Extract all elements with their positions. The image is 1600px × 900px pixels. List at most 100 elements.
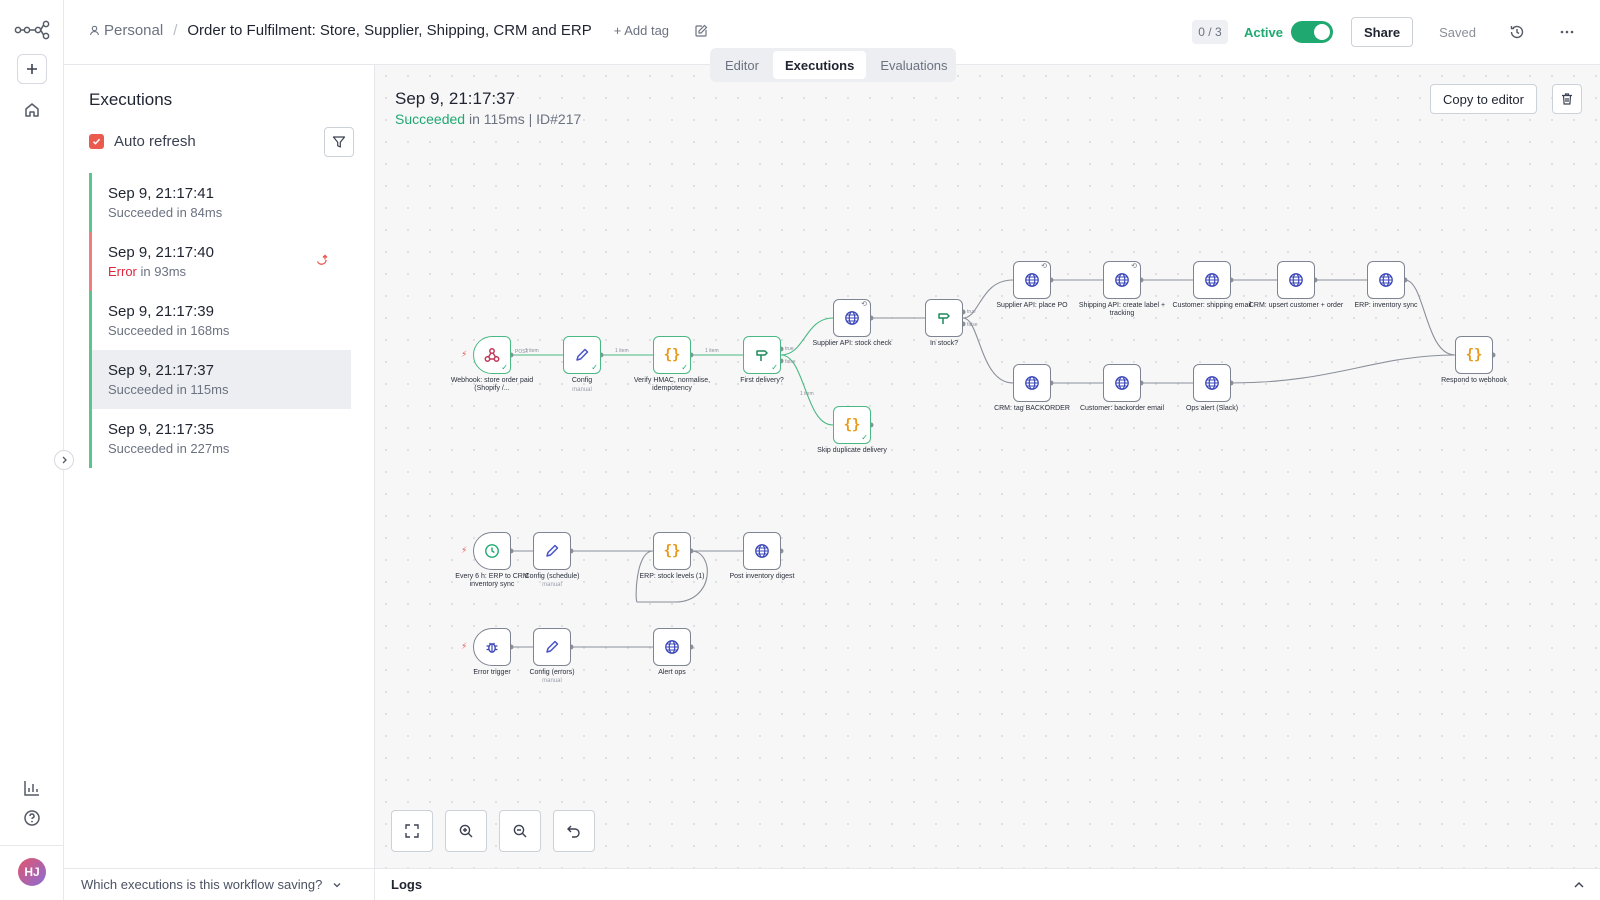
node-crm-upsert[interactable] [1277, 261, 1315, 299]
node-customer-backorder[interactable] [1103, 364, 1141, 402]
node-config-schedule[interactable] [533, 532, 571, 570]
production-checklist-counter[interactable]: 0 / 3 [1191, 20, 1228, 44]
node-skip-duplicate[interactable]: {} ✓ [833, 406, 871, 444]
node-sublabel: manual [572, 387, 592, 393]
node-erp-stock[interactable]: {} [653, 532, 691, 570]
reset-zoom-button[interactable] [553, 810, 595, 852]
node-supplier-po[interactable]: ⟲ [1013, 261, 1051, 299]
node-schedule-trigger[interactable] [473, 532, 511, 570]
chevron-up-icon[interactable] [1572, 878, 1586, 892]
execution-duration: in 227ms [173, 441, 230, 456]
add-tag-button[interactable]: + Add tag [614, 23, 669, 38]
if-branch-icon [938, 313, 950, 324]
check-icon [92, 138, 101, 145]
edge-label: true [967, 309, 976, 315]
execution-saving-dropdown[interactable]: Which executions is this workflow saving… [64, 868, 375, 900]
node-respond[interactable]: {} [1455, 336, 1493, 374]
success-check-icon: ✓ [861, 433, 868, 442]
tab-executions[interactable]: Executions [772, 51, 867, 79]
workspace-link[interactable]: Personal [89, 22, 163, 39]
execution-item[interactable]: Sep 9, 21:17:41 Succeeded in 84ms [89, 173, 351, 232]
execution-status: Succeeded in 168ms [108, 323, 335, 338]
logs-panel-bar[interactable]: Logs [375, 868, 1600, 900]
edge-label: 1 item [525, 348, 539, 354]
logs-label: Logs [391, 877, 423, 892]
bug-icon [486, 642, 498, 653]
node-post-digest[interactable] [743, 532, 781, 570]
node-crm-backorder[interactable] [1013, 364, 1051, 402]
executions-panel: Executions Auto refresh Sep 9, 21:17:41 … [64, 65, 375, 900]
node-sublabel: manual [542, 678, 562, 684]
edit-description-icon[interactable] [693, 23, 709, 39]
clock-icon [485, 544, 499, 558]
chevron-down-icon [333, 882, 341, 887]
history-icon[interactable] [1508, 23, 1526, 41]
trigger-bolt-icon: ⚡ [461, 545, 468, 555]
active-toggle[interactable] [1290, 21, 1333, 43]
breadcrumb-separator: / [173, 22, 178, 39]
zoom-out-button[interactable] [499, 810, 541, 852]
workflow-canvas[interactable]: Sep 9, 21:17:37 Succeeded in 115ms | ID#… [375, 65, 1600, 868]
tab-editor[interactable]: Editor [713, 51, 771, 79]
node-label: Webhook: store order paid (Shopify /... [450, 377, 534, 392]
node-config[interactable]: ✓ [563, 336, 601, 374]
success-check-icon: ✓ [591, 363, 598, 372]
execution-item[interactable]: Sep 9, 21:17:40 Error in 93ms [89, 232, 351, 291]
node-label: Respond to webhook [1441, 377, 1507, 384]
if-branch-icon [756, 350, 768, 361]
globe-icon [1025, 376, 1039, 390]
help-icon[interactable] [22, 808, 42, 828]
insights-icon[interactable] [22, 778, 42, 798]
auto-refresh-control[interactable]: Auto refresh [89, 133, 196, 150]
code-icon: {} [843, 417, 861, 433]
execution-duration: in 93ms [136, 264, 187, 279]
node-erp-sync[interactable] [1367, 261, 1405, 299]
n8n-logo-icon[interactable] [14, 20, 50, 40]
auto-refresh-checkbox[interactable] [89, 134, 104, 149]
execution-item[interactable]: Sep 9, 21:17:35 Succeeded in 227ms [89, 409, 351, 468]
success-check-icon: ✓ [501, 363, 508, 372]
expand-sidebar-button[interactable] [54, 450, 74, 470]
share-button[interactable]: Share [1350, 17, 1414, 47]
home-icon[interactable] [22, 100, 42, 120]
workflow-title[interactable]: Order to Fulfilment: Store, Supplier, Sh… [187, 22, 591, 39]
node-label: ERP: inventory sync [1354, 302, 1418, 309]
user-avatar[interactable]: HJ [18, 858, 46, 886]
left-rail: HJ [0, 0, 74, 900]
node-label: Config (errors) [529, 669, 575, 676]
tab-evaluations[interactable]: Evaluations [868, 51, 959, 79]
trigger-bolt-icon: ⚡ [461, 349, 468, 359]
node-supplier-stock[interactable]: ⟲ [833, 299, 871, 337]
execution-time: Sep 9, 21:17:39 [108, 303, 214, 320]
node-first-delivery[interactable]: ✓ [743, 336, 781, 374]
execution-item[interactable]: Sep 9, 21:17:39 Succeeded in 168ms [89, 291, 351, 350]
node-in-stock[interactable] [925, 299, 963, 337]
node-error-trigger[interactable] [473, 628, 511, 666]
retry-icon[interactable] [315, 253, 329, 267]
saving-question: Which executions is this workflow saving… [81, 877, 323, 892]
canvas-controls [391, 810, 595, 852]
node-customer-shipping[interactable] [1193, 261, 1231, 299]
fit-view-button[interactable] [391, 810, 433, 852]
fullscreen-icon [405, 824, 419, 838]
pin-icon: ⟲ [861, 301, 867, 308]
execution-state: Succeeded [108, 441, 174, 456]
node-webhook[interactable]: ✓ [473, 336, 511, 374]
globe-icon [1025, 273, 1039, 287]
execution-status: Succeeded in 115ms [108, 382, 335, 397]
node-verify[interactable]: {} ✓ [653, 336, 691, 374]
workspace-name: Personal [104, 22, 164, 39]
node-label: Post inventory digest [729, 573, 795, 580]
execution-item-selected[interactable]: Sep 9, 21:17:37 Succeeded in 115ms [89, 350, 351, 409]
node-ops-alert[interactable] [1193, 364, 1231, 402]
node-alert-ops[interactable] [653, 628, 691, 666]
filter-button[interactable] [324, 127, 354, 157]
zoom-in-button[interactable] [445, 810, 487, 852]
more-options-icon[interactable] [1558, 23, 1576, 41]
node-config-errors[interactable] [533, 628, 571, 666]
node-shipping-label[interactable]: ⟲ [1103, 261, 1141, 299]
node-label: Supplier API: stock check [812, 340, 892, 347]
node-sublabel: manual [542, 582, 562, 588]
create-button[interactable] [17, 54, 47, 84]
node-label: In stock? [929, 340, 958, 347]
